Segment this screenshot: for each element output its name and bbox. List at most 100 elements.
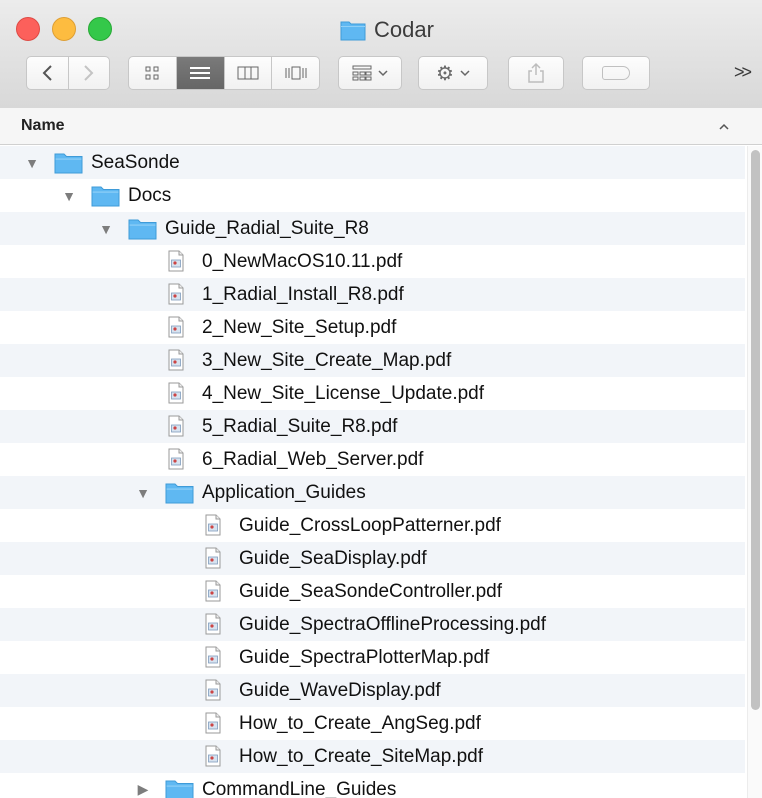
file-row[interactable]: 1_Radial_Install_R8.pdf	[0, 278, 745, 311]
window-title: Codar	[340, 16, 434, 44]
vertical-scrollbar[interactable]	[747, 146, 762, 798]
item-name: 0_NewMacOS10.11.pdf	[202, 250, 403, 272]
file-row[interactable]: Guide_SpectraOfflineProcessing.pdf	[0, 608, 745, 641]
pdf-file-icon	[205, 514, 221, 536]
back-button[interactable]	[27, 57, 68, 89]
folder-icon	[165, 483, 194, 504]
item-name: Guide_WaveDisplay.pdf	[239, 679, 441, 701]
minimize-window-button[interactable]	[52, 17, 76, 41]
finder-window: Codar ⚙ >> Name ▼ SeaSonde ▼ Docs ▼ Guid…	[0, 0, 762, 798]
file-row[interactable]: 5_Radial_Suite_R8.pdf	[0, 410, 745, 443]
icon-grid-icon	[145, 66, 159, 80]
item-name: 1_Radial_Install_R8.pdf	[202, 283, 404, 305]
folder-row[interactable]: ▼ Guide_Radial_Suite_R8	[0, 212, 745, 245]
pdf-file-icon	[168, 316, 184, 338]
file-row[interactable]: 0_NewMacOS10.11.pdf	[0, 245, 745, 278]
disclosure-collapsed-icon[interactable]: ▶	[135, 781, 151, 798]
item-name: 6_Radial_Web_Server.pdf	[202, 448, 424, 470]
item-name: How_to_Create_SiteMap.pdf	[239, 745, 483, 767]
cover-flow-icon	[285, 66, 307, 80]
file-row[interactable]: How_to_Create_SiteMap.pdf	[0, 740, 745, 773]
gear-icon: ⚙	[436, 62, 454, 85]
folder-row[interactable]: ▶ CommandLine_Guides	[0, 773, 745, 798]
item-name: Application_Guides	[202, 481, 366, 503]
forward-button[interactable]	[67, 57, 110, 89]
list-view-button[interactable]	[175, 57, 224, 89]
arrange-grid-icon	[352, 65, 372, 81]
disclosure-expanded-icon[interactable]: ▼	[24, 155, 40, 171]
scrollbar-thumb[interactable]	[751, 150, 760, 710]
item-name: 2_New_Site_Setup.pdf	[202, 316, 397, 338]
pdf-file-icon	[205, 679, 221, 701]
item-name: Guide_SpectraPlotterMap.pdf	[239, 646, 490, 668]
file-list: ▼ SeaSonde ▼ Docs ▼ Guide_Radial_Suite_R8 0_Ne…	[0, 146, 745, 798]
chevron-down-icon	[378, 70, 388, 77]
item-name: Docs	[128, 184, 172, 206]
folder-icon	[54, 153, 83, 174]
pdf-file-icon	[205, 745, 221, 767]
name-column-header[interactable]: Name	[21, 117, 65, 135]
disclosure-expanded-icon[interactable]: ▼	[61, 188, 77, 204]
item-name: SeaSonde	[91, 151, 180, 173]
pdf-file-icon	[168, 283, 184, 305]
item-name: Guide_SpectraOfflineProcessing.pdf	[239, 613, 546, 635]
file-row[interactable]: 3_New_Site_Create_Map.pdf	[0, 344, 745, 377]
pdf-file-icon	[205, 646, 221, 668]
item-name: 4_New_Site_License_Update.pdf	[202, 382, 485, 404]
icon-view-button[interactable]	[129, 57, 176, 89]
cover-flow-view-button[interactable]	[271, 57, 319, 89]
item-name: Guide_Radial_Suite_R8	[165, 217, 369, 239]
pdf-file-icon	[168, 349, 184, 371]
file-row[interactable]: Guide_CrossLoopPatterner.pdf	[0, 509, 745, 542]
toolbar-overflow-button[interactable]: >>	[734, 62, 752, 83]
column-view-button[interactable]	[223, 57, 272, 89]
arrange-button[interactable]	[338, 56, 402, 90]
folder-row[interactable]: ▼ SeaSonde	[0, 146, 745, 179]
navigation-buttons	[26, 56, 110, 90]
item-name: 5_Radial_Suite_R8.pdf	[202, 415, 398, 437]
file-row[interactable]: 4_New_Site_License_Update.pdf	[0, 377, 745, 410]
pdf-file-icon	[205, 580, 221, 602]
pdf-file-icon	[205, 547, 221, 569]
folder-icon	[340, 21, 366, 41]
folder-row[interactable]: ▼ Application_Guides	[0, 476, 745, 509]
folder-row[interactable]: ▼ Docs	[0, 179, 745, 212]
file-row[interactable]: 6_Radial_Web_Server.pdf	[0, 443, 745, 476]
item-name: Guide_CrossLoopPatterner.pdf	[239, 514, 501, 536]
file-row[interactable]: Guide_SeaSondeController.pdf	[0, 575, 745, 608]
sort-ascending-icon	[718, 114, 730, 143]
file-row[interactable]: 2_New_Site_Setup.pdf	[0, 311, 745, 344]
item-name: CommandLine_Guides	[202, 778, 397, 798]
share-button[interactable]	[508, 56, 564, 90]
share-icon	[528, 62, 544, 83]
pdf-file-icon	[168, 415, 184, 437]
folder-icon	[128, 219, 157, 240]
pdf-file-icon	[168, 448, 184, 470]
disclosure-expanded-icon[interactable]: ▼	[98, 221, 114, 237]
disclosure-expanded-icon[interactable]: ▼	[135, 485, 151, 501]
back-chevron-icon	[42, 65, 52, 81]
action-button[interactable]: ⚙	[418, 56, 488, 90]
zoom-window-button[interactable]	[88, 17, 112, 41]
pdf-file-icon	[168, 382, 184, 404]
pdf-file-icon	[205, 613, 221, 635]
folder-icon	[165, 780, 194, 798]
tag-icon	[602, 66, 630, 80]
file-row[interactable]: Guide_WaveDisplay.pdf	[0, 674, 745, 707]
column-header[interactable]: Name	[0, 108, 762, 145]
item-name: Guide_SeaDisplay.pdf	[239, 547, 427, 569]
toolbar: Codar ⚙ >>	[0, 0, 762, 109]
item-name: Guide_SeaSondeController.pdf	[239, 580, 503, 602]
file-row[interactable]: How_to_Create_AngSeg.pdf	[0, 707, 745, 740]
chevron-down-icon	[460, 70, 470, 77]
item-name: How_to_Create_AngSeg.pdf	[239, 712, 481, 734]
view-mode-selector	[128, 56, 320, 90]
item-name: 3_New_Site_Create_Map.pdf	[202, 349, 452, 371]
list-lines-icon	[190, 67, 211, 79]
file-row[interactable]: Guide_SpectraPlotterMap.pdf	[0, 641, 745, 674]
file-row[interactable]: Guide_SeaDisplay.pdf	[0, 542, 745, 575]
columns-icon	[237, 66, 259, 80]
close-window-button[interactable]	[16, 17, 40, 41]
tag-button[interactable]	[582, 56, 650, 90]
forward-chevron-icon	[84, 65, 94, 81]
